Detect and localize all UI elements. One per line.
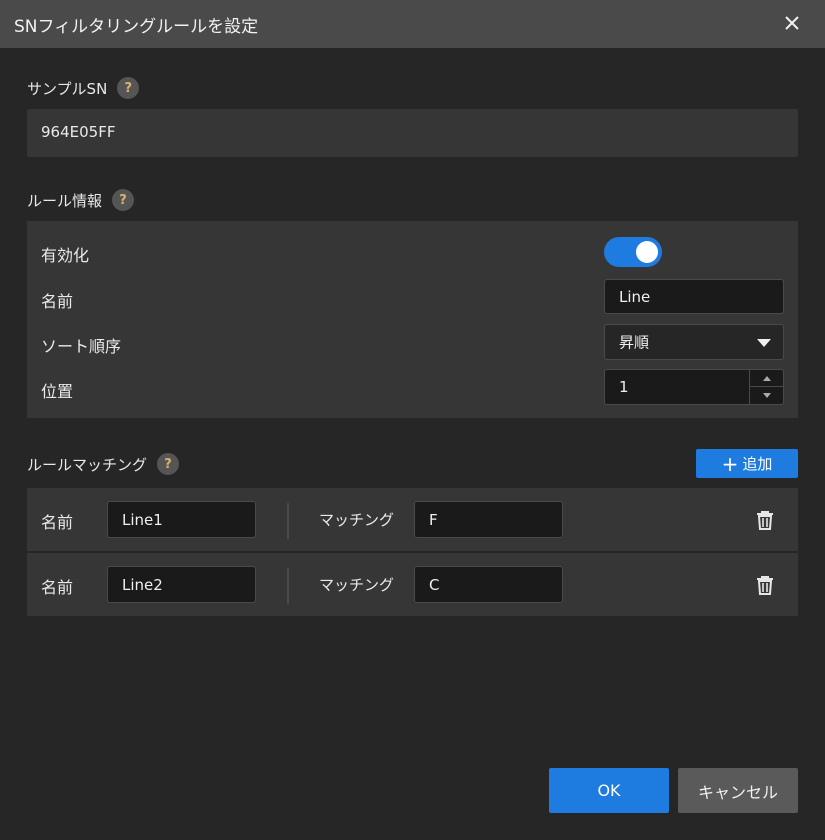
- match-name-input[interactable]: Line2: [107, 566, 256, 603]
- match-name-value: Line2: [122, 575, 163, 594]
- add-rule-label: 追加: [742, 455, 773, 473]
- rule-info-section: ルール情報 ?: [27, 189, 135, 211]
- match-name-value: Line1: [122, 510, 163, 529]
- sample-sn-section: サンプルSN ?: [27, 77, 140, 99]
- enable-toggle[interactable]: [604, 237, 662, 267]
- divider: [287, 568, 289, 604]
- toggle-knob: [636, 241, 658, 263]
- match-row: 名前 Line1 マッチング F: [27, 488, 798, 551]
- add-rule-button[interactable]: + 追加: [696, 449, 798, 478]
- title-bar: SNフィルタリングルールを設定: [0, 0, 825, 48]
- match-row: 名前 Line2 マッチング C: [27, 553, 798, 616]
- position-label: 位置: [41, 382, 74, 401]
- rule-info-panel: 有効化 名前 Line ソート順序 昇順 位置 1: [27, 221, 798, 418]
- spin-buttons: [749, 370, 784, 404]
- matching-input[interactable]: C: [414, 566, 563, 603]
- matching-label: マッチング: [319, 576, 395, 594]
- plus-icon: +: [721, 451, 739, 476]
- rule-matching-section: ルールマッチング ?: [27, 453, 180, 475]
- matching-input[interactable]: F: [414, 501, 563, 538]
- help-icon[interactable]: ?: [117, 77, 140, 99]
- position-value: 1: [619, 378, 629, 396]
- trash-icon[interactable]: [753, 508, 777, 532]
- rule-matching-label: ルールマッチング: [27, 455, 148, 474]
- sample-sn-label: サンプルSN: [27, 79, 108, 98]
- divider: [287, 503, 289, 539]
- position-spinbox[interactable]: 1: [604, 369, 784, 405]
- sample-sn-value: 964E05FF: [41, 123, 116, 141]
- name-label: 名前: [41, 292, 74, 311]
- match-name-input[interactable]: Line1: [107, 501, 256, 538]
- sort-order-value: 昇順: [619, 333, 650, 352]
- enable-label: 有効化: [41, 246, 90, 265]
- spin-down-icon[interactable]: [750, 387, 784, 404]
- matching-value: C: [429, 575, 440, 594]
- match-name-label: 名前: [41, 578, 74, 597]
- name-input-value: Line: [619, 287, 651, 306]
- cancel-button[interactable]: キャンセル: [678, 768, 798, 813]
- match-name-label: 名前: [41, 513, 74, 532]
- rule-info-label: ルール情報: [27, 191, 103, 210]
- close-icon[interactable]: [779, 10, 805, 36]
- trash-icon[interactable]: [753, 573, 777, 597]
- name-input[interactable]: Line: [604, 279, 784, 314]
- matching-label: マッチング: [319, 511, 395, 529]
- chevron-down-icon: [757, 339, 771, 347]
- help-icon[interactable]: ?: [157, 453, 180, 475]
- spin-up-icon[interactable]: [750, 370, 784, 387]
- filter-rule-dialog: SNフィルタリングルールを設定 サンプルSN ? 964E05FF ルール情報 …: [0, 0, 825, 840]
- sort-order-select[interactable]: 昇順: [604, 324, 784, 360]
- sample-sn-box: 964E05FF: [27, 109, 798, 157]
- dialog-title: SNフィルタリングルールを設定: [14, 17, 259, 37]
- ok-button[interactable]: OK: [549, 768, 669, 813]
- help-icon[interactable]: ?: [112, 189, 135, 211]
- matching-value: F: [429, 510, 438, 529]
- sort-order-label: ソート順序: [41, 337, 122, 356]
